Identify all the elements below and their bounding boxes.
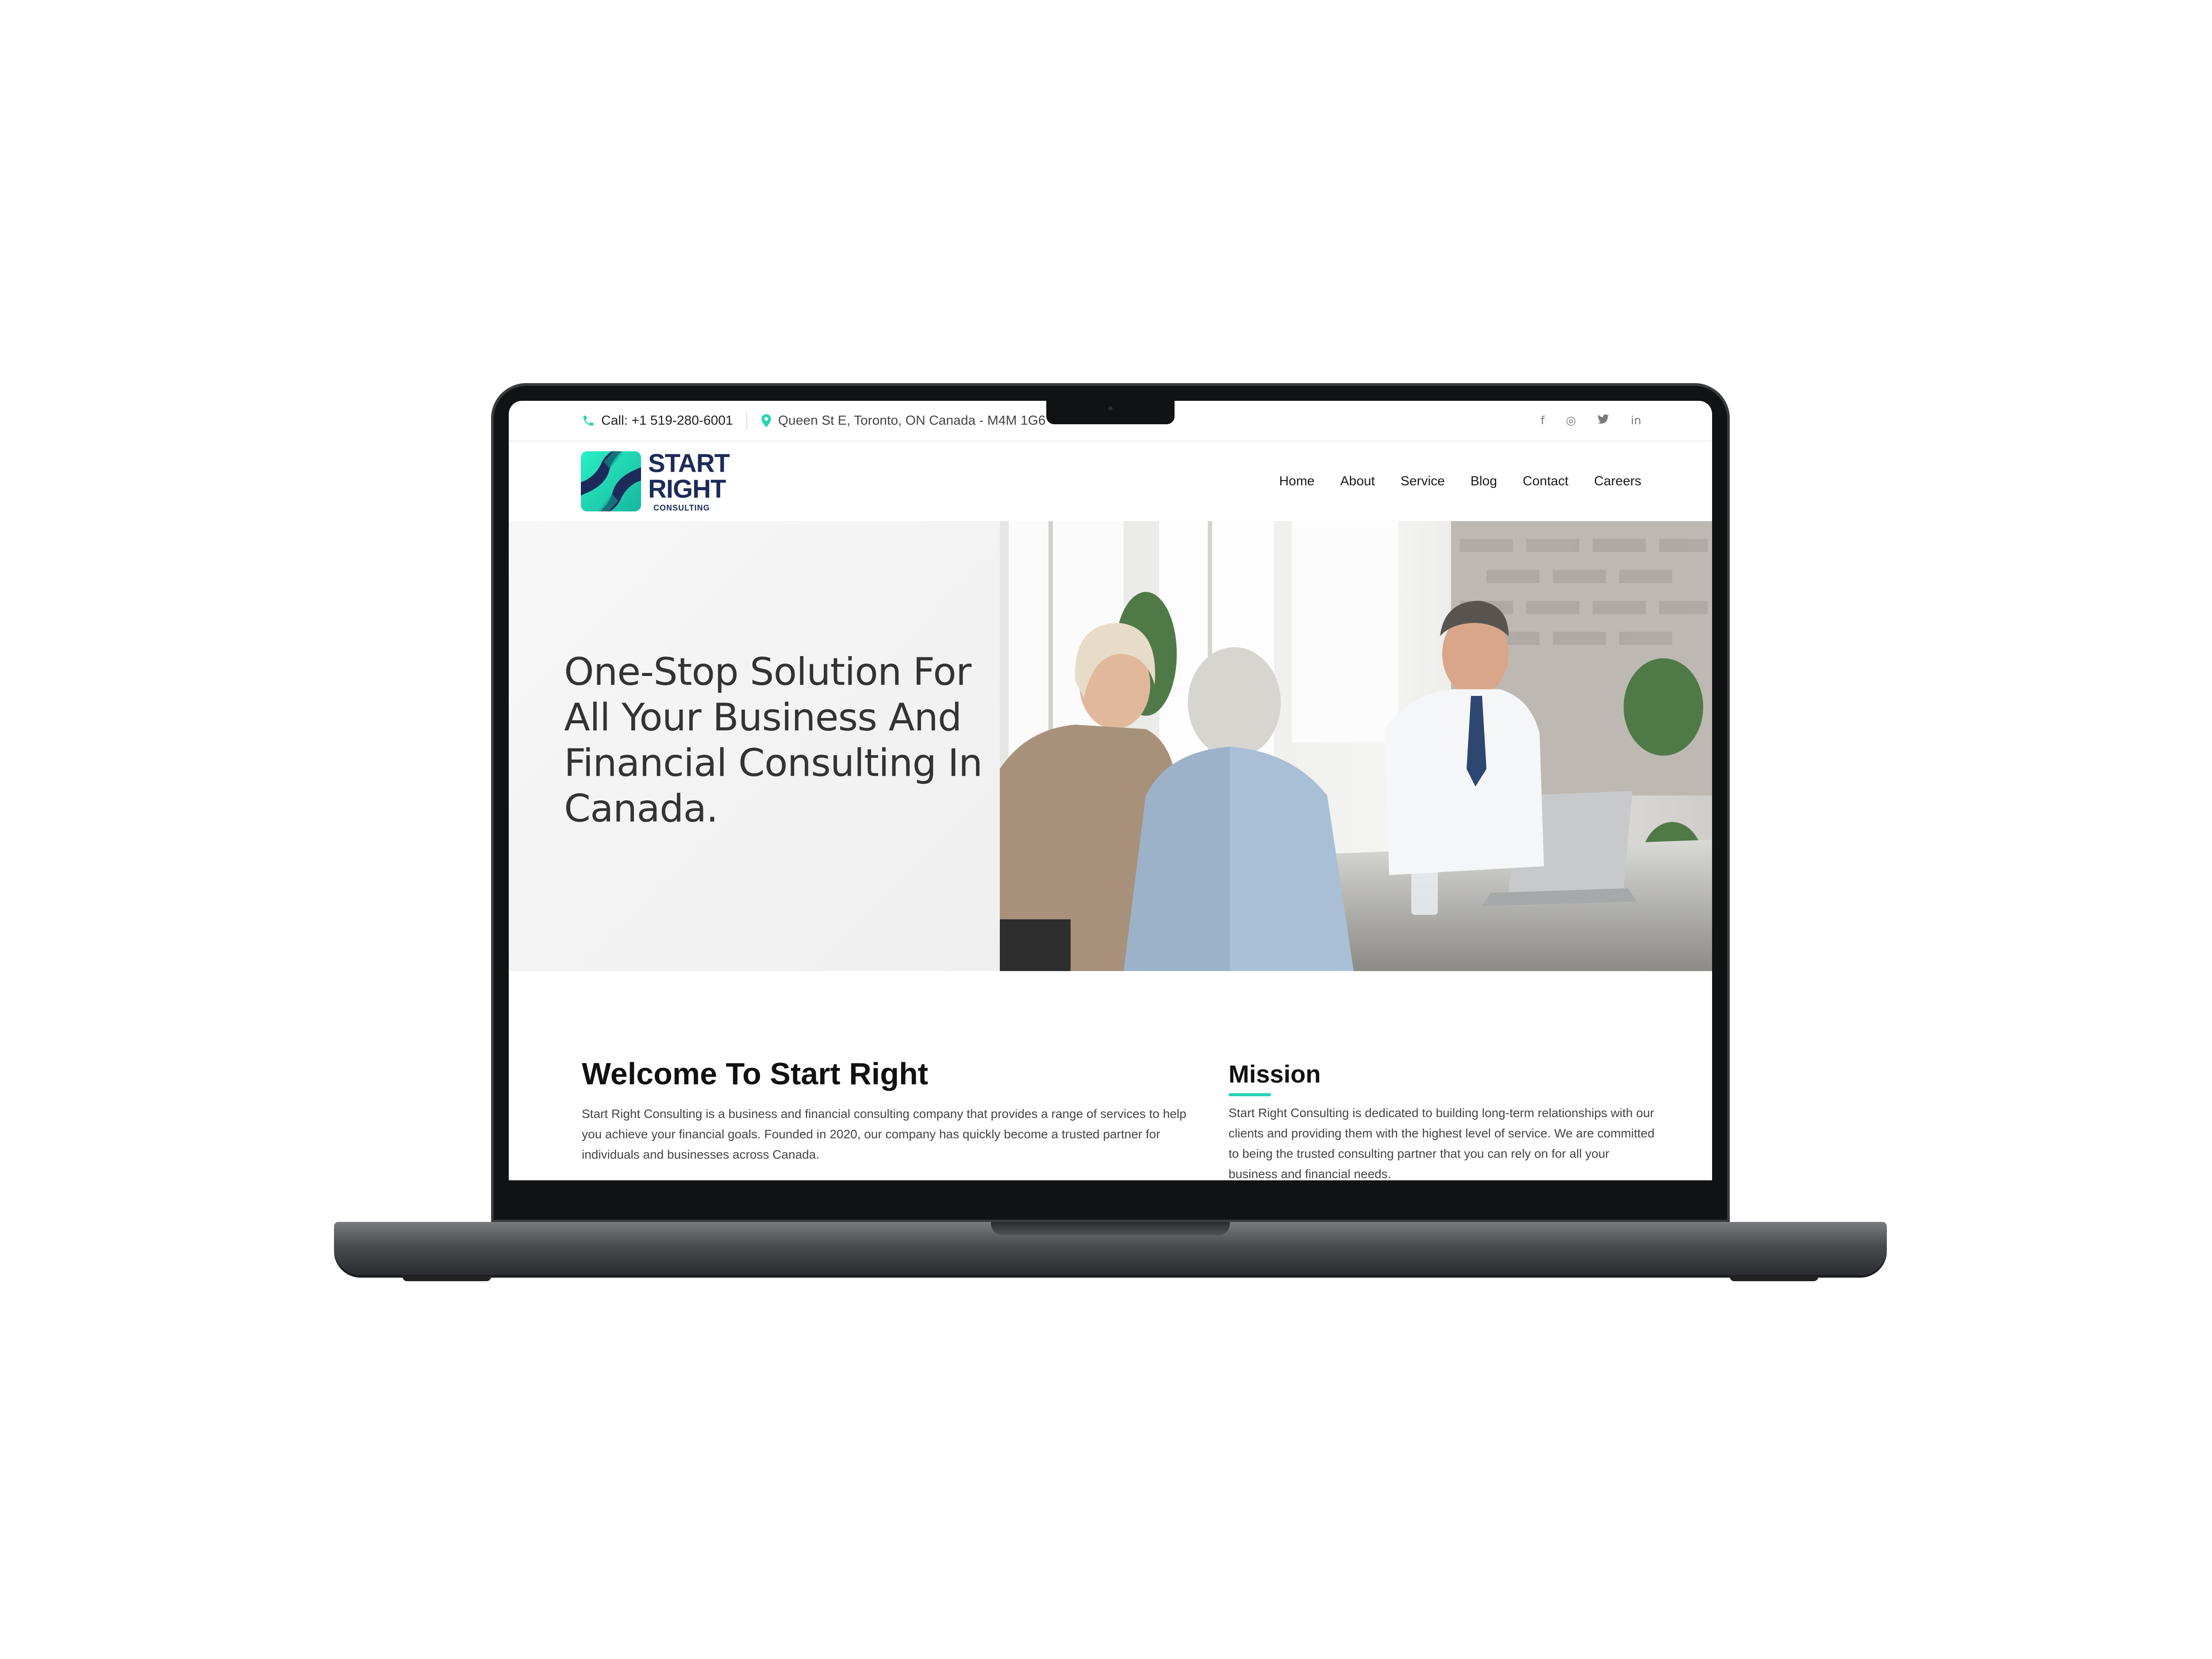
phone-icon <box>583 415 594 426</box>
location-pin-icon <box>761 414 771 427</box>
laptop-opening-notch <box>991 1222 1230 1235</box>
instagram-icon[interactable]: ◎ <box>1566 414 1576 427</box>
nav-home[interactable]: Home <box>1279 474 1314 489</box>
main-navbar: START RIGHT CONSULTING Home About Servic… <box>509 442 1712 521</box>
nav-blog[interactable]: Blog <box>1471 474 1497 489</box>
primary-nav: Home About Service Blog Contact Careers <box>1279 442 1641 521</box>
nav-service[interactable]: Service <box>1401 474 1445 489</box>
hero-title: One-Stop Solution For All Your Business … <box>564 650 983 831</box>
address-link[interactable]: Queen St E, Toronto, ON Canada - M4M 1G6 <box>760 413 1046 428</box>
social-links: f ◎ in <box>1540 401 1641 441</box>
mission-accent-bar <box>1229 1093 1271 1096</box>
mission-title: Mission <box>1229 1060 1321 1088</box>
twitter-icon[interactable] <box>1597 414 1609 428</box>
site-logo[interactable]: START RIGHT CONSULTING <box>581 451 730 512</box>
phone-text: Call: +1 519-280-6001 <box>601 413 733 428</box>
logo-mark-icon <box>581 451 641 511</box>
laptop-foot <box>403 1276 491 1281</box>
phone-link[interactable]: Call: +1 519-280-6001 <box>582 413 733 428</box>
welcome-text: Start Right Consulting is a business and… <box>582 1107 1187 1161</box>
intro-section: Welcome To Start Right Start Right Consu… <box>509 971 1712 1180</box>
linkedin-icon[interactable]: in <box>1631 414 1641 427</box>
facebook-icon[interactable]: f <box>1540 414 1544 427</box>
screen-notch <box>1046 401 1175 424</box>
address-text: Queen St E, Toronto, ON Canada - M4M 1G6 <box>778 413 1046 428</box>
camera-icon <box>1108 406 1113 411</box>
logo-wordmark: START RIGHT CONSULTING <box>648 451 730 512</box>
laptop-foot <box>1730 1276 1818 1281</box>
browser-screen: Call: +1 519-280-6001 Queen St E, Toront… <box>509 401 1712 1180</box>
logo-line-start: START <box>648 449 730 478</box>
mission-text: Start Right Consulting is dedicated to b… <box>1229 1106 1655 1180</box>
nav-about[interactable]: About <box>1340 474 1375 489</box>
hero-section: One-Stop Solution For All Your Business … <box>509 521 1712 971</box>
logo-line-consulting: CONSULTING <box>653 503 710 512</box>
logo-line-right: RIGHT <box>648 475 726 503</box>
nav-careers[interactable]: Careers <box>1594 474 1641 489</box>
welcome-title: Welcome To Start Right <box>582 1056 929 1091</box>
hero-image <box>1000 521 1712 971</box>
nav-contact[interactable]: Contact <box>1523 474 1568 489</box>
top-bar-contact: Call: +1 519-280-6001 Queen St E, Toront… <box>582 401 1045 441</box>
divider <box>746 412 747 430</box>
hero-text-panel: One-Stop Solution For All Your Business … <box>509 521 1000 971</box>
